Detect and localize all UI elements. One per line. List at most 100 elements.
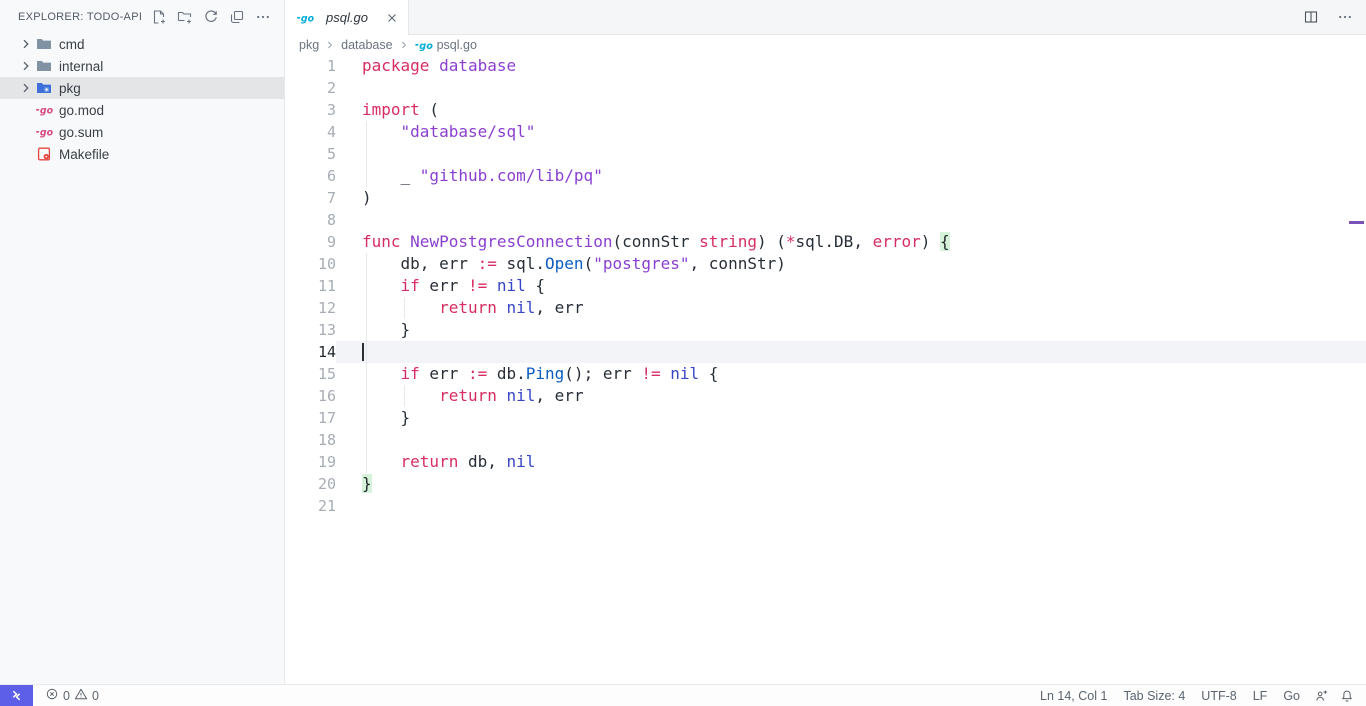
code-line-2: 2 [285,77,1366,99]
indent-guide [366,143,367,165]
tree-item-Makefile[interactable]: Makefile [0,143,284,165]
tree-item-go-mod[interactable]: gogo.mod [0,99,284,121]
svg-text:go: go [419,41,433,51]
code-line-17: 17 } [285,407,1366,429]
line-content[interactable]: } [336,407,1366,429]
go-file-icon: go [297,10,314,26]
line-number[interactable]: 3 [285,99,336,121]
line-number[interactable]: 15 [285,363,336,385]
svg-text:go: go [40,106,53,116]
status-tab-size[interactable]: Tab Size: 4 [1115,685,1193,706]
line-content[interactable] [336,143,1366,165]
line-number[interactable]: 21 [285,495,336,517]
line-number[interactable]: 1 [285,55,336,77]
chevron-right-icon[interactable] [18,36,36,52]
line-content[interactable]: db, err := sql.Open("postgres", connStr) [336,253,1366,275]
line-number[interactable]: 4 [285,121,336,143]
line-content[interactable]: return db, nil [336,451,1366,473]
breadcrumb-item-pkg[interactable]: pkg [299,38,319,52]
feedback-icon[interactable] [1308,685,1334,706]
tree-indent [18,124,36,140]
line-number[interactable]: 9 [285,231,336,253]
line-content[interactable]: } [336,319,1366,341]
line-number[interactable]: 12 [285,297,336,319]
folder-pkg-icon [36,80,53,96]
code-line-3: 3import ( [285,99,1366,121]
go-file-icon: go [415,39,433,51]
more-actions-icon[interactable] [252,6,274,28]
status-language-mode[interactable]: Go [1275,685,1308,706]
line-number[interactable]: 8 [285,209,336,231]
line-content[interactable]: _ "github.com/lib/pq" [336,165,1366,187]
remote-indicator-button[interactable] [0,685,33,706]
line-number[interactable]: 14 [285,341,336,363]
status-items: Ln 14, Col 1Tab Size: 4UTF-8LFGo [1032,685,1308,706]
line-content[interactable] [336,209,1366,231]
line-number[interactable]: 18 [285,429,336,451]
status-cursor-position[interactable]: Ln 14, Col 1 [1032,685,1115,706]
tree-item-cmd[interactable]: cmd [0,33,284,55]
tab-psql-go[interactable]: go psql.go [285,0,409,35]
split-editor-icon[interactable] [1300,6,1322,28]
line-number[interactable]: 20 [285,473,336,495]
line-content[interactable]: "database/sql" [336,121,1366,143]
refresh-explorer-icon[interactable] [200,6,222,28]
new-folder-icon[interactable] [174,6,196,28]
line-content[interactable]: import ( [336,99,1366,121]
indent-guide [366,363,367,385]
error-icon [45,687,59,704]
tree-item-label: Makefile [59,147,109,162]
indent-guide [366,407,367,429]
go-pink-icon: go [36,124,53,140]
new-file-icon[interactable] [148,6,170,28]
breadcrumb-item-database[interactable]: database [341,38,392,52]
chevron-right-icon[interactable] [18,80,36,96]
chevron-right-icon[interactable] [18,58,36,74]
tree-item-go-sum[interactable]: gogo.sum [0,121,284,143]
line-number[interactable]: 5 [285,143,336,165]
line-content[interactable]: ) [336,187,1366,209]
line-number[interactable]: 16 [285,385,336,407]
warning-count: 0 [92,689,99,703]
code-line-21: 21 [285,495,1366,517]
code-line-1: 1package database [285,55,1366,77]
line-content[interactable] [336,77,1366,99]
close-tab-icon[interactable] [382,8,402,28]
code-line-11: 11 if err != nil { [285,275,1366,297]
line-number[interactable]: 19 [285,451,336,473]
line-number[interactable]: 6 [285,165,336,187]
go-pink-icon: go [36,102,53,118]
problems-button[interactable]: 0 0 [37,685,107,706]
line-content[interactable]: return nil, err [336,385,1366,407]
notifications-bell-icon[interactable] [1334,685,1360,706]
line-content[interactable]: } [336,473,1366,495]
code-editor[interactable]: 1package database23import (4 "database/s… [285,55,1366,684]
status-eol[interactable]: LF [1245,685,1276,706]
line-number[interactable]: 11 [285,275,336,297]
line-number[interactable]: 13 [285,319,336,341]
status-encoding[interactable]: UTF-8 [1193,685,1244,706]
line-content[interactable]: func NewPostgresConnection(connStr strin… [336,231,1366,253]
tree-item-pkg[interactable]: pkg [0,77,284,99]
overview-ruler-cursor-marker [1349,221,1364,224]
line-number[interactable]: 2 [285,77,336,99]
indent-guide [366,429,367,451]
line-number[interactable]: 7 [285,187,336,209]
line-content[interactable] [336,429,1366,451]
indent-guide [366,275,367,297]
line-number[interactable]: 10 [285,253,336,275]
line-content[interactable]: return nil, err [336,297,1366,319]
line-content[interactable] [336,495,1366,517]
line-number[interactable]: 17 [285,407,336,429]
tree-item-internal[interactable]: internal [0,55,284,77]
line-content[interactable]: if err := db.Ping(); err != nil { [336,363,1366,385]
line-content[interactable] [336,341,1366,363]
line-content[interactable]: package database [336,55,1366,77]
tree-indent [18,146,36,162]
editor-more-actions-icon[interactable] [1334,6,1356,28]
code-line-4: 4 "database/sql" [285,121,1366,143]
collapse-folders-icon[interactable] [226,6,248,28]
line-content[interactable]: if err != nil { [336,275,1366,297]
explorer-actions [148,6,274,28]
breadcrumb-item-file[interactable]: gopsql.go [415,38,477,52]
